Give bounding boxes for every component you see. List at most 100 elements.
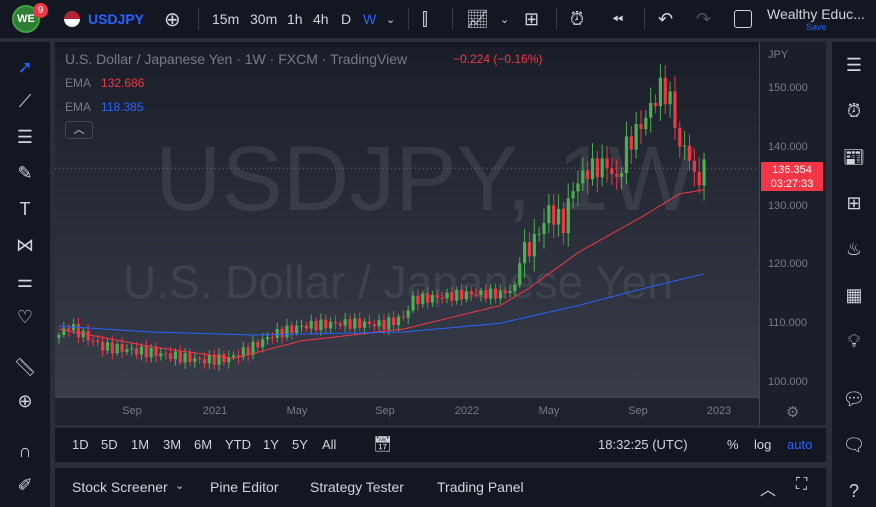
range-6m[interactable]: 6M xyxy=(194,437,212,452)
tf-1h[interactable]: 1h xyxy=(287,0,303,38)
range-3m[interactable]: 3M xyxy=(163,437,181,452)
ruler-icon[interactable]: 📏︎ xyxy=(12,354,38,380)
ideas-icon[interactable]: 💡︎ xyxy=(841,328,867,354)
candle-body xyxy=(159,353,163,357)
chart-pane[interactable]: USDJPY, 1W U.S. Dollar / Japanese Yen U.… xyxy=(55,42,826,425)
cursor-icon[interactable]: ➚ xyxy=(12,54,38,80)
maximize-panel-icon[interactable]: ⛶ xyxy=(796,476,807,494)
add-symbol-icon[interactable]: ⊕ xyxy=(164,0,181,38)
candle-body xyxy=(624,136,629,174)
candle-body xyxy=(309,321,313,329)
save-button[interactable]: Save xyxy=(806,22,827,32)
candle-body xyxy=(561,208,565,234)
zoom-icon[interactable]: ⊕ xyxy=(12,388,38,414)
news-icon[interactable]: 📰︎ xyxy=(841,144,867,170)
candle-body xyxy=(576,183,580,192)
range-1m[interactable]: 1M xyxy=(131,437,149,452)
alerts-icon[interactable]: ⏰︎ xyxy=(841,98,867,124)
range-ytd[interactable]: YTD xyxy=(225,437,251,452)
help-icon[interactable]: ? xyxy=(841,478,867,504)
currency-label[interactable]: JPY xyxy=(768,49,788,61)
price-tick: 150.000 xyxy=(768,82,808,94)
candle-body xyxy=(319,319,323,331)
undo-icon[interactable]: ↶ xyxy=(658,0,673,38)
candle-body xyxy=(202,358,207,364)
collapse-panel-icon[interactable]: ︿ xyxy=(760,476,776,500)
candle-body xyxy=(687,145,692,161)
price-axis[interactable]: JPY 150.000 140.000 130.000 120.000 110.000 1… xyxy=(759,42,826,425)
calendar-icon[interactable]: ▦ xyxy=(841,282,867,308)
indicators-icon[interactable]: 📈︎ xyxy=(466,0,489,38)
candle-body xyxy=(401,316,405,318)
time-tick: 2022 xyxy=(454,405,480,417)
ema-slow-line xyxy=(58,273,705,336)
tab-stock-screener[interactable]: Stock Screener xyxy=(72,479,168,495)
fullscreen-toggle[interactable] xyxy=(734,0,752,38)
plot-area[interactable]: USDJPY, 1W U.S. Dollar / Japanese Yen xyxy=(55,47,759,397)
prediction-icon[interactable]: ⚌ xyxy=(12,268,38,294)
hotlist-icon[interactable]: ♨ xyxy=(841,236,867,262)
add-note-icon[interactable]: ⊞ xyxy=(841,190,867,216)
range-1d[interactable]: 1D xyxy=(72,437,89,452)
candle-body xyxy=(581,170,585,184)
tf-30m[interactable]: 30m xyxy=(250,0,277,38)
percent-toggle[interactable]: % xyxy=(727,437,739,452)
time-axis[interactable]: Sep 2021 May Sep 2022 May Sep 2023 xyxy=(55,397,759,425)
lock-drawings-icon[interactable]: ✐ xyxy=(12,472,38,498)
candle-body xyxy=(329,321,333,329)
messages-icon[interactable]: 🗨︎ xyxy=(841,432,867,458)
watchlist-icon[interactable]: ☰ xyxy=(841,52,867,78)
range-5d[interactable]: 5D xyxy=(101,437,118,452)
alert-icon[interactable]: ⏰︎ xyxy=(570,0,584,38)
pattern-icon[interactable]: ⋈ xyxy=(12,232,38,258)
candle-body xyxy=(67,328,71,331)
clock[interactable]: 18:32:25 (UTC) xyxy=(598,437,688,452)
tf-4h[interactable]: 4h xyxy=(313,0,329,38)
chevron-down-icon[interactable]: ⌄ xyxy=(175,479,184,492)
candle-body xyxy=(280,328,284,338)
legend-change: −0.224 (−0.16%) xyxy=(453,52,543,66)
range-all[interactable]: All xyxy=(322,437,336,452)
candle-body xyxy=(518,263,522,285)
candle-body xyxy=(498,290,502,299)
layout-grid-icon[interactable]: ⊞ xyxy=(524,0,539,38)
candle-body xyxy=(86,330,90,341)
candle-body xyxy=(503,290,507,293)
auto-toggle[interactable]: auto xyxy=(787,437,812,452)
candle-body xyxy=(115,344,119,354)
magnet-icon[interactable]: ∩ xyxy=(12,438,38,464)
range-5y[interactable]: 5Y xyxy=(292,437,308,452)
date-range-icon[interactable]: 📅︎ xyxy=(373,435,392,453)
candle-body xyxy=(304,325,308,329)
tab-trading-panel[interactable]: Trading Panel xyxy=(437,479,524,495)
replay-icon[interactable]: ⏪︎ xyxy=(612,0,623,38)
trend-line-icon[interactable]: ⟋ xyxy=(12,88,38,114)
bottom-panel: Stock Screener ⌄ Pine Editor Strategy Te… xyxy=(55,468,826,507)
time-tick: Sep xyxy=(375,405,395,417)
tf-d[interactable]: D xyxy=(341,0,351,38)
candle-body xyxy=(629,136,633,150)
chevron-down-icon[interactable]: ⌄ xyxy=(386,0,395,38)
brush-icon[interactable]: ✎ xyxy=(12,160,38,186)
tab-strategy-tester[interactable]: Strategy Tester xyxy=(310,479,404,495)
candle-body xyxy=(338,323,342,326)
tf-15m[interactable]: 15m xyxy=(212,0,239,38)
range-1y[interactable]: 1Y xyxy=(263,437,279,452)
log-toggle[interactable]: log xyxy=(754,437,771,452)
candle-body xyxy=(620,173,624,177)
chat-icon[interactable]: 💬︎ xyxy=(841,386,867,412)
candle-body xyxy=(324,319,328,329)
heart-icon[interactable]: ♡ xyxy=(12,304,38,330)
candle-body xyxy=(348,319,352,329)
settings-gear-icon[interactable]: ⚙ xyxy=(786,403,799,421)
tab-pine-editor[interactable]: Pine Editor xyxy=(210,479,278,495)
layout-name[interactable]: Wealthy Educ... xyxy=(767,6,865,22)
collapse-legend-button[interactable]: ︿ xyxy=(65,121,93,139)
candles-icon[interactable]: ⫿ xyxy=(422,0,428,38)
drawing-toolbar: ➚ ⟋ ☰ ✎ T ⋈ ⚌ ♡ 📏︎ ⊕ ∩ ✐ xyxy=(0,42,50,507)
symbol-search[interactable]: USDJPY xyxy=(64,0,144,38)
text-icon[interactable]: T xyxy=(12,196,38,222)
tf-w[interactable]: W xyxy=(363,0,376,38)
fib-icon[interactable]: ☰ xyxy=(12,124,38,150)
chevron-down-icon[interactable]: ⌄ xyxy=(500,0,509,38)
